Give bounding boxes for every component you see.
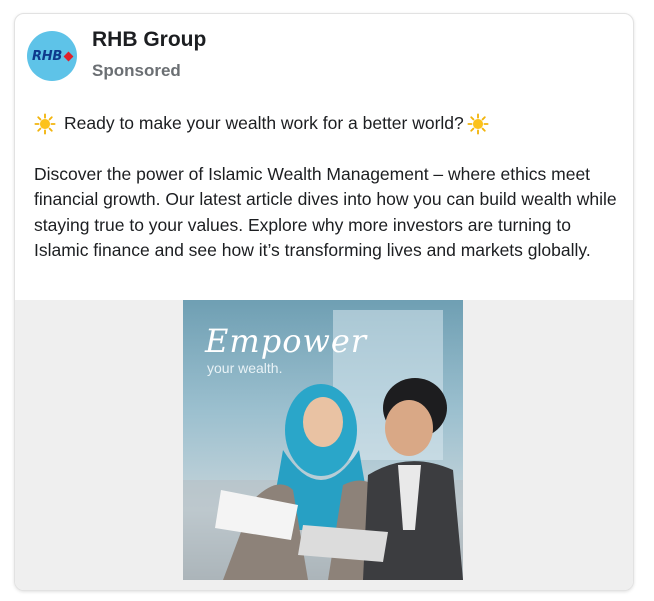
sun-icon [34,113,56,135]
post-body-text: Discover the power of Islamic Wealth Man… [34,163,617,261]
logo-text: RHB [32,48,62,64]
ad-subtitle: your wealth. [207,360,283,376]
ad-title: Empower [205,322,368,360]
avatar[interactable]: RHB [27,31,77,81]
post-card: RHB RHB Group Sponsored Ready to make yo… [14,13,634,591]
media-container: Empower your wealth. [15,300,633,590]
sun-icon [467,113,489,135]
headline-text: Ready to make your wealth work for a bet… [64,113,464,133]
rhb-logo: RHB [32,48,74,64]
ad-image[interactable]: Empower your wealth. [183,300,463,580]
page-name[interactable]: RHB Group [92,28,206,52]
logo-diamond-icon [63,51,74,61]
post-headline: Ready to make your wealth work for a bet… [34,111,622,137]
sponsored-label[interactable]: Sponsored [92,61,181,81]
post-text: Ready to make your wealth work for a bet… [34,111,622,264]
